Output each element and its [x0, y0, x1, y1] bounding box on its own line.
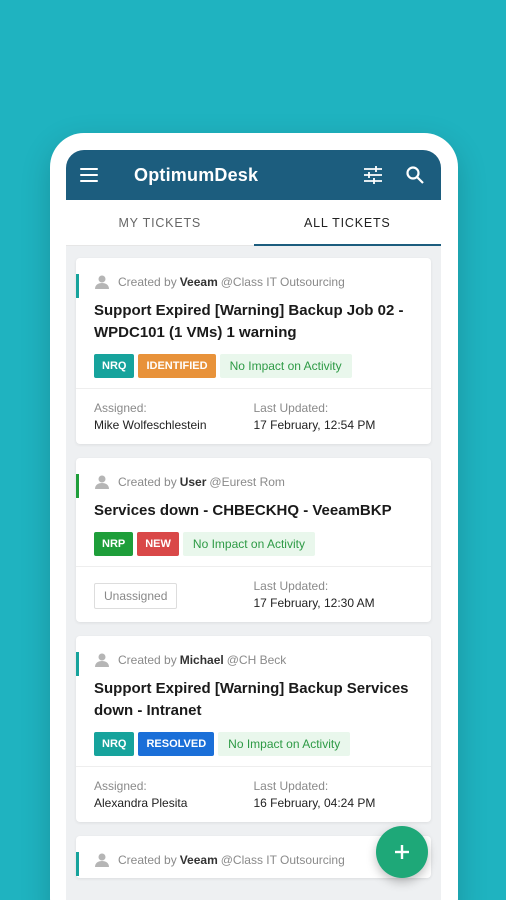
assigned-label: Assigned: — [94, 779, 147, 793]
impact-badge: No Impact on Activity — [218, 732, 351, 756]
sliders-filter-icon[interactable] — [361, 163, 385, 187]
priority-badge: NRQ — [94, 354, 135, 378]
creator-org: @Class IT Outsourcing — [220, 275, 345, 289]
creator-name: Veeam — [179, 275, 218, 289]
created-by-label: Created by — [118, 275, 177, 289]
last-updated-value: 16 February, 04:24 PM — [253, 796, 376, 810]
ticket-list: Created by Veeam @Class IT Outsourcing S… — [66, 246, 441, 878]
last-updated-value: 17 February, 12:54 PM — [253, 418, 376, 432]
ticket-accent-bar — [76, 652, 79, 676]
app-title: OptimumDesk — [134, 164, 259, 185]
last-updated-label: Last Updated: — [253, 579, 329, 593]
ticket-tabs: MY TICKETS ALL TICKETS — [66, 200, 441, 246]
creator-name: Michael — [179, 653, 224, 667]
creator-name: User — [179, 475, 207, 489]
plus-icon — [395, 845, 409, 859]
last-updated-label: Last Updated: — [253, 779, 329, 793]
created-by-label: Created by — [118, 853, 177, 867]
ticket-creator-line: Created by Veeam @Class IT Outsourcing — [94, 274, 413, 290]
impact-badge: No Impact on Activity — [219, 354, 352, 378]
ticket-card[interactable]: Created by Michael @CH Beck Support Expi… — [76, 636, 431, 822]
priority-badge: NRP — [94, 532, 134, 556]
add-ticket-button[interactable] — [376, 826, 428, 878]
priority-badge: NRQ — [94, 732, 135, 756]
user-avatar-icon — [95, 275, 109, 289]
user-avatar-icon — [95, 853, 109, 867]
search-icon[interactable] — [403, 163, 427, 187]
last-updated-value: 17 February, 12:30 AM — [253, 596, 375, 610]
status-badge: IDENTIFIED — [138, 354, 216, 378]
ticket-subject: Services down - CHBECKHQ - VeeamBKP — [94, 502, 392, 519]
ticket-card[interactable]: Created by User @Eurest Rom Services dow… — [76, 458, 431, 622]
ticket-badges: NRQ IDENTIFIED No Impact on Activity — [94, 354, 413, 378]
assignee-name: Alexandra Plesita — [94, 796, 188, 810]
creator-org: @Class IT Outsourcing — [220, 853, 345, 867]
assigned-label: Assigned: — [94, 401, 147, 415]
hamburger-menu-icon[interactable] — [80, 165, 102, 185]
app-screen: OptimumDesk MY TICKETS ALL TICKETS Creat… — [66, 150, 441, 900]
created-by-label: Created by — [118, 475, 177, 489]
status-badge: RESOLVED — [138, 732, 215, 756]
creator-name: Veeam — [179, 853, 218, 867]
ticket-subject: Support Expired [Warning] Backup Service… — [94, 680, 409, 719]
ticket-card[interactable]: Created by Veeam @Class IT Outsourcing S… — [76, 258, 431, 444]
ticket-creator-line: Created by Veeam @Class IT Outsourcing — [94, 852, 413, 868]
last-updated-label: Last Updated: — [253, 401, 329, 415]
ticket-creator-line: Created by User @Eurest Rom — [94, 474, 413, 490]
ticket-badges: NRQ RESOLVED No Impact on Activity — [94, 732, 413, 756]
ticket-badges: NRP NEW No Impact on Activity — [94, 532, 413, 556]
unassigned-chip[interactable]: Unassigned — [94, 583, 178, 609]
created-by-label: Created by — [118, 653, 177, 667]
app-bar: OptimumDesk — [66, 150, 441, 200]
status-badge: NEW — [137, 532, 179, 556]
ticket-subject: Support Expired [Warning] Backup Job 02 … — [94, 302, 404, 341]
impact-badge: No Impact on Activity — [182, 532, 315, 556]
ticket-accent-bar — [76, 274, 79, 298]
tab-my-tickets[interactable]: MY TICKETS — [66, 200, 254, 245]
user-avatar-icon — [95, 653, 109, 667]
creator-org: @Eurest Rom — [209, 475, 285, 489]
ticket-accent-bar — [76, 474, 79, 498]
ticket-creator-line: Created by Michael @CH Beck — [94, 652, 413, 668]
assignee-name: Mike Wolfeschlestein — [94, 418, 207, 432]
tab-all-tickets[interactable]: ALL TICKETS — [254, 200, 442, 245]
ticket-accent-bar — [76, 852, 79, 876]
creator-org: @CH Beck — [226, 653, 287, 667]
user-avatar-icon — [95, 475, 109, 489]
active-tab-indicator — [254, 244, 441, 246]
